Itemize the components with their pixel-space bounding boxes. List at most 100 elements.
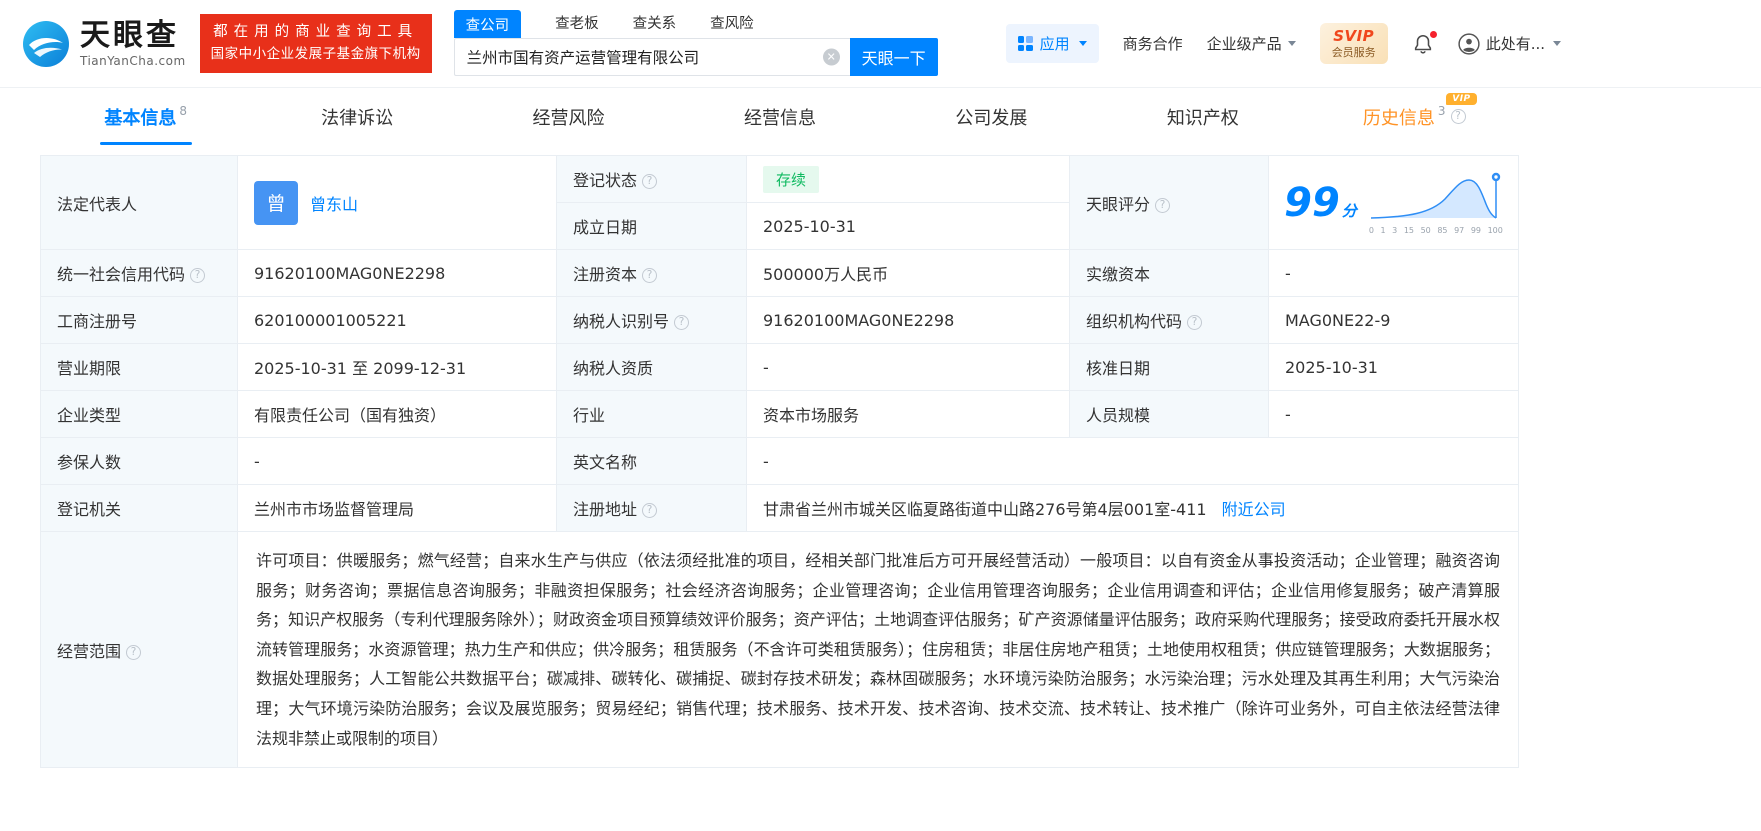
field-value: - [1268,390,1519,438]
section-tabs: 基本信息 8 法律诉讼 经营风险 经营信息 公司发展 知识产权 VIP 历史信息… [40,88,1520,145]
reg-status-cell: 存续 [746,155,1070,203]
address-cell: 甘肃省兰州市城关区临夏路街道中山路276号第4层001室-411 附近公司 [746,484,1519,532]
chevron-down-icon [1287,41,1296,46]
field-value: 500000万人民币 [746,249,1070,297]
field-label: 统一社会信用代码 [40,249,238,297]
field-value: 620100001005221 [237,296,557,344]
status-badge: 存续 [763,165,820,193]
tab-history-info[interactable]: VIP 历史信息 3 [1309,88,1520,145]
svip-membership-button[interactable]: SVIP 会员服务 [1319,23,1388,64]
apps-grid-icon [1017,36,1033,51]
search-block: 查公司 查老板 查关系 查风险 天眼一下 [453,10,938,76]
promo-banner: 都在用的商业查询工具 国家中小企业发展子基金旗下机构 [199,14,432,73]
tab-operating-risk[interactable]: 经营风险 [463,88,674,145]
user-avatar-icon [1458,32,1480,55]
field-label: 法定代表人 [40,155,238,250]
field-value: 2025-10-31 [1268,343,1519,391]
tab-basic-info[interactable]: 基本信息 8 [40,88,251,145]
score-value: 99 分 [1284,179,1357,226]
help-icon[interactable] [642,174,658,189]
field-label: 登记状态 [556,155,747,203]
score-curve-chart: 0 1 3 15 50 85 97 99 100 [1369,171,1503,235]
field-label: 工商注册号 [40,296,238,344]
search-tab-relation[interactable]: 查关系 [633,12,677,33]
promo-line1: 都在用的商业查询工具 [213,24,419,41]
business-scope-text: 许可项目：供暖服务；燃气经营；自来水生产与供应（依法须经批准的项目，经相关部门批… [237,530,1519,769]
business-cooperation-link[interactable]: 商务合作 [1123,33,1183,54]
field-value: 2025-10-31 [746,202,1070,250]
field-label: 核准日期 [1069,343,1269,391]
search-button[interactable]: 天眼一下 [849,38,938,76]
field-label: 天眼评分 [1069,155,1269,250]
nearby-companies-link[interactable]: 附近公司 [1222,500,1286,519]
search-tab-boss[interactable]: 查老板 [555,12,599,33]
search-tab-risk[interactable]: 查风险 [710,12,754,33]
field-value: MAG0NE22-9 [1268,296,1519,344]
basic-info-table: 法定代表人 曾 曾东山 登记状态 存续 天眼评分 99分 [40,155,1519,769]
tab-company-development[interactable]: 公司发展 [886,88,1097,145]
chevron-down-icon [1078,41,1087,46]
field-label: 企业类型 [40,390,238,438]
tab-legal-proceedings[interactable]: 法律诉讼 [251,88,462,145]
field-value: 2025-10-31 至 2099-12-31 [237,343,557,391]
chevron-down-icon [1553,41,1561,46]
tab-intellectual-property[interactable]: 知识产权 [1097,88,1308,145]
field-value: - [746,437,1519,485]
tianyan-score-cell[interactable]: 99 分 0 1 3 15 50 85 97 99 100 [1268,155,1519,250]
user-account-menu[interactable]: 此处有... [1458,32,1561,55]
vip-ribbon-badge: VIP [1446,93,1477,105]
brand-domain: TianYanCha.com [80,54,186,68]
top-header: 天眼查 TianYanCha.com 都在用的商业查询工具 国家中小企业发展子基… [0,0,1761,88]
user-label: 此处有... [1485,35,1545,53]
field-label: 参保人数 [40,437,238,485]
notifications-button[interactable] [1412,30,1437,55]
svip-sublabel: 会员服务 [1331,46,1376,59]
legal-rep-cell: 曾 曾东山 [237,155,557,250]
field-value: - [746,343,1070,391]
help-icon[interactable] [190,268,206,283]
field-label: 实缴资本 [1069,249,1269,297]
help-icon[interactable] [1187,315,1203,330]
field-label: 经营范围 [40,530,238,769]
field-label: 注册资本 [556,249,747,297]
help-icon[interactable] [642,268,658,283]
svip-label: SVIP [1333,27,1375,46]
field-label: 纳税人识别号 [556,296,747,344]
legal-rep-name-link[interactable]: 曾东山 [310,191,358,215]
field-label: 成立日期 [556,202,747,250]
help-icon[interactable] [126,644,142,660]
field-label: 英文名称 [556,437,747,485]
field-label: 纳税人资质 [556,343,747,391]
help-icon[interactable] [642,503,658,518]
help-icon[interactable] [1155,197,1171,213]
field-value: 91620100MAG0NE2298 [237,249,557,297]
help-icon[interactable] [1450,109,1466,124]
tianyancha-logo-icon [22,20,70,68]
enterprise-products-link[interactable]: 企业级产品 [1207,33,1296,54]
apps-menu[interactable]: 应用 [1005,24,1099,63]
field-label: 行业 [556,390,747,438]
field-value: 资本市场服务 [746,390,1070,438]
history-info-count: 3 [1437,103,1446,118]
legal-rep-avatar[interactable]: 曾 [254,180,298,225]
field-value: 91620100MAG0NE2298 [746,296,1070,344]
field-value: - [1268,249,1519,297]
clear-search-icon[interactable] [822,48,840,66]
field-value: 兰州市市场监督管理局 [237,484,557,532]
field-value: 有限责任公司（国有独资） [237,390,557,438]
promo-line2: 国家中小企业发展子基金旗下机构 [210,46,421,63]
field-label: 组织机构代码 [1069,296,1269,344]
apps-label: 应用 [1039,35,1070,53]
basic-info-count: 8 [179,103,188,118]
search-tabs: 查公司 查老板 查关系 查风险 [453,10,938,38]
header-right: 应用 商务合作 企业级产品 SVIP 会员服务 此处有... [1005,23,1561,64]
search-input[interactable] [453,38,850,76]
field-value: - [237,437,557,485]
field-label: 登记机关 [40,484,238,532]
tab-operating-info[interactable]: 经营信息 [674,88,885,145]
search-tab-company[interactable]: 查公司 [453,10,522,38]
brand-name: 天眼查 [80,18,179,53]
help-icon[interactable] [674,315,690,330]
tianyancha-logo[interactable]: 天眼查 TianYanCha.com [22,19,186,68]
field-label: 人员规模 [1069,390,1269,438]
